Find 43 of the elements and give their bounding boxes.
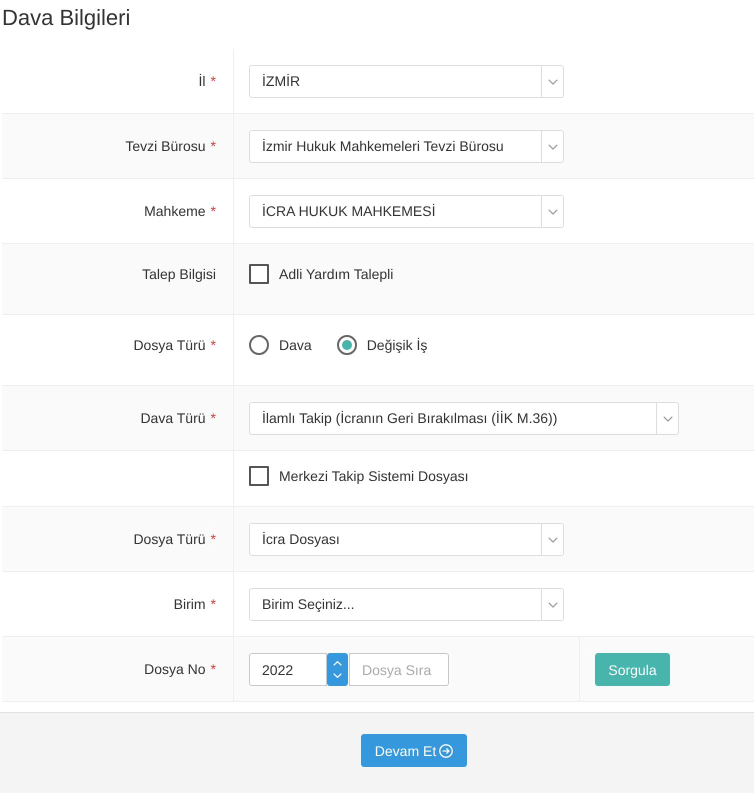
- select-field[interactable]: İZMİR: [249, 65, 564, 98]
- checkbox-label[interactable]: Merkezi Takip Sistemi Dosyası: [279, 466, 469, 486]
- chevron-up-icon: [333, 661, 342, 666]
- required-mark: *: [210, 137, 216, 156]
- chevron-down-icon: [333, 673, 342, 678]
- field-label: Dosya Türü: [133, 530, 206, 549]
- chevron-down-icon: [548, 602, 558, 608]
- radio-label[interactable]: Dava: [279, 335, 312, 355]
- field-label: Talep Bilgisi: [142, 265, 216, 284]
- year-input[interactable]: 2022: [249, 653, 327, 686]
- spinner-button[interactable]: [327, 653, 348, 686]
- required-mark: *: [210, 660, 216, 679]
- required-mark: *: [210, 409, 216, 428]
- select-field[interactable]: İCRA HUKUK MAHKEMESİ: [249, 195, 564, 228]
- select-field[interactable]: Birim Seçiniz...: [249, 588, 564, 621]
- radio-button[interactable]: [336, 335, 357, 355]
- field-label: Birim: [174, 595, 206, 614]
- field-label: Mahkeme: [144, 202, 206, 221]
- checkbox-label[interactable]: Adli Yardım Talepli: [279, 264, 394, 284]
- required-mark: *: [210, 595, 216, 614]
- chevron-down-icon: [548, 536, 558, 542]
- field-label: Tevzi Bürosu: [125, 137, 206, 156]
- chevron-down-icon: [548, 144, 558, 150]
- select-field[interactable]: İcra Dosyası: [249, 523, 564, 556]
- required-mark: *: [210, 336, 216, 355]
- required-mark: *: [210, 530, 216, 549]
- field-label: İl: [198, 72, 206, 91]
- chevron-down-icon: [548, 208, 558, 214]
- page-title: Dava Bilgileri: [2, 5, 130, 31]
- field-label: Dava Türü: [140, 409, 206, 428]
- field-label: Dosya Türü: [133, 336, 206, 355]
- sequence-input[interactable]: Dosya Sıra: [349, 653, 449, 686]
- chevron-down-icon: [548, 78, 558, 84]
- chevron-down-icon: [662, 416, 672, 422]
- required-mark: *: [210, 72, 216, 91]
- checkbox[interactable]: [249, 466, 269, 486]
- checkbox[interactable]: [249, 264, 269, 284]
- select-field[interactable]: İlamlı Takip (İcranın Geri Bırakılması (İİK M.36)): [249, 402, 679, 435]
- radio-button[interactable]: [249, 335, 269, 355]
- required-mark: *: [210, 202, 216, 221]
- select-field[interactable]: İzmir Hukuk Mahkemeleri Tevzi Bürosu: [249, 130, 564, 163]
- radio-label[interactable]: Değişik İş: [366, 335, 428, 355]
- field-label: Dosya No: [144, 660, 206, 679]
